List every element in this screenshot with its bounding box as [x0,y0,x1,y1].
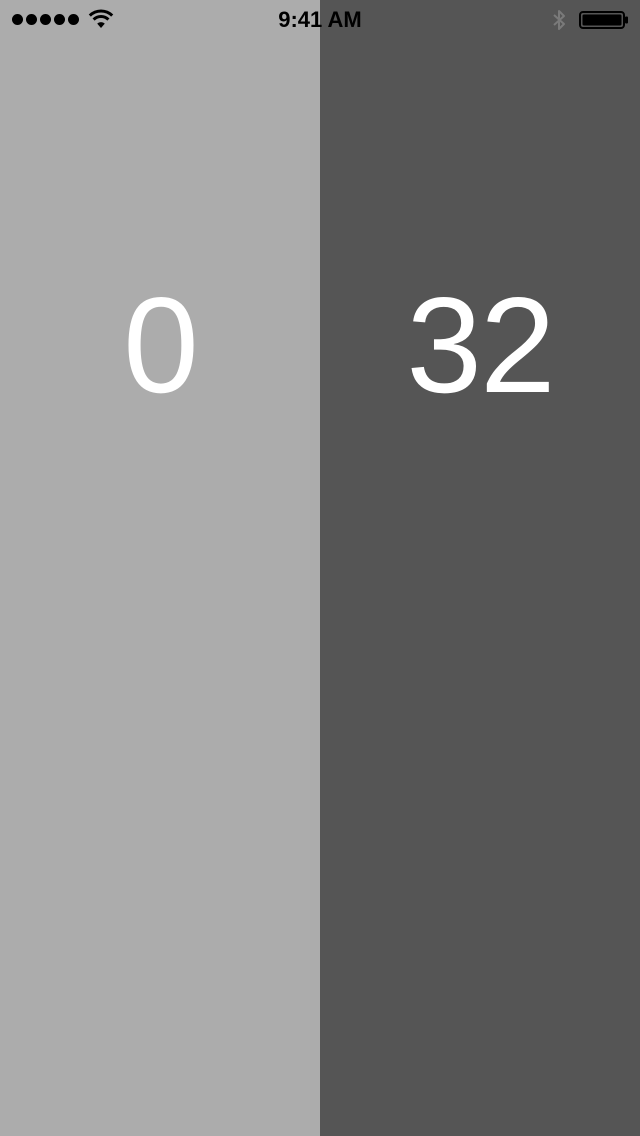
scoreboard-screen: 9:41 AM 0 32 [0,0,640,1136]
bluetooth-icon [553,10,565,30]
status-bar: 9:41 AM [0,0,640,40]
player-one-panel[interactable]: 0 [0,0,320,1136]
battery-icon [579,11,628,29]
player-two-score[interactable]: 32 [320,270,640,420]
player-two-panel[interactable]: 32 [320,0,640,1136]
status-time: 9:41 AM [278,7,362,32]
player-one-score[interactable]: 0 [0,270,320,420]
